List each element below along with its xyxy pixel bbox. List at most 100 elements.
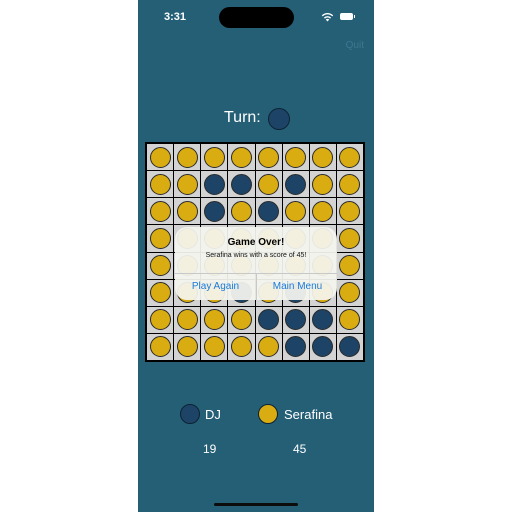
blue-disc-icon [258,309,280,331]
blue-disc-icon [230,173,252,195]
blue-disc-icon [258,200,280,222]
yellow-disc-icon [230,309,252,331]
player-dj-disc-icon [180,404,200,424]
play-again-button[interactable]: Play Again [175,273,256,300]
board-cell[interactable] [174,171,201,198]
board-cell[interactable] [174,198,201,225]
board-cell[interactable] [336,198,363,225]
board-cell[interactable] [282,198,309,225]
board-cell[interactable] [336,279,363,306]
yellow-disc-icon [149,282,171,304]
board-cell[interactable] [255,306,282,333]
board-cell[interactable] [309,198,336,225]
player-dj-name: DJ [205,407,221,422]
yellow-disc-icon [203,336,225,358]
board-cell[interactable] [147,333,174,360]
yellow-disc-icon [339,173,361,195]
yellow-disc-icon [149,309,171,331]
yellow-disc-icon [230,336,252,358]
yellow-disc-icon [258,336,280,358]
yellow-disc-icon [285,200,307,222]
board-cell[interactable] [147,306,174,333]
main-menu-button[interactable]: Main Menu [257,273,337,300]
blue-disc-icon [339,336,361,358]
player-serafina-name: Serafina [284,407,333,422]
board-cell[interactable] [201,306,228,333]
board-cell[interactable] [282,171,309,198]
turn-label: Turn: [224,109,261,126]
board-cell[interactable] [228,333,255,360]
board-cell[interactable] [255,198,282,225]
home-indicator [214,503,298,506]
yellow-disc-icon [339,309,361,331]
board-cell[interactable] [309,333,336,360]
board-cell[interactable] [147,144,174,171]
board-cell[interactable] [336,333,363,360]
board-cell[interactable] [336,171,363,198]
yellow-disc-icon [149,146,171,168]
board-cell[interactable] [228,144,255,171]
board-cell[interactable] [255,333,282,360]
yellow-disc-icon [176,200,198,222]
board-cell[interactable] [282,306,309,333]
board-cell[interactable] [147,279,174,306]
board-cell[interactable] [228,171,255,198]
yellow-disc-icon [230,200,252,222]
board-cell[interactable] [255,171,282,198]
board-cell[interactable] [201,171,228,198]
yellow-disc-icon [312,146,334,168]
quit-button[interactable]: Quit [346,40,364,51]
yellow-disc-icon [258,173,280,195]
yellow-disc-icon [203,146,225,168]
blue-disc-icon [285,309,307,331]
board-cell[interactable] [309,306,336,333]
board-cell[interactable] [147,252,174,279]
board-cell[interactable] [336,252,363,279]
alert-message: Serafina wins with a score of 45! [205,252,307,259]
board-cell[interactable] [228,198,255,225]
board-cell[interactable] [201,198,228,225]
player-dj-score: 19 [203,442,217,456]
board-cell[interactable] [147,225,174,252]
board-cell[interactable] [336,144,363,171]
board-cell[interactable] [174,306,201,333]
board-cell[interactable] [201,144,228,171]
board-cell[interactable] [228,306,255,333]
board-cell[interactable] [309,144,336,171]
dynamic-island [219,7,294,28]
blue-disc-icon [285,173,307,195]
yellow-disc-icon [339,146,361,168]
board-cell[interactable] [201,333,228,360]
yellow-disc-icon [339,255,361,277]
wifi-icon [321,13,334,22]
yellow-disc-icon [149,336,171,358]
board-cell[interactable] [309,171,336,198]
yellow-disc-icon [258,146,280,168]
blue-disc-icon [312,336,334,358]
board-cell[interactable] [174,144,201,171]
blue-disc-icon [203,173,225,195]
battery-icon [340,13,355,20]
yellow-disc-icon [339,227,361,249]
board-cell[interactable] [336,225,363,252]
yellow-disc-icon [203,309,225,331]
board-cell[interactable] [147,171,174,198]
player-serafina-score: 45 [293,442,307,456]
status-time: 3:31 [164,11,187,23]
board-cell[interactable] [282,144,309,171]
board-cell[interactable] [255,144,282,171]
blue-disc-icon [203,200,225,222]
board-cell[interactable] [282,333,309,360]
game-over-alert: Game Over! Serafina wins with a score of… [175,227,337,300]
yellow-disc-icon [149,173,171,195]
player-serafina-disc-icon [258,404,278,424]
yellow-disc-icon [339,200,361,222]
yellow-disc-icon [285,146,307,168]
yellow-disc-icon [176,173,198,195]
board-cell[interactable] [336,306,363,333]
yellow-disc-icon [149,255,171,277]
board-cell[interactable] [174,333,201,360]
yellow-disc-icon [149,227,171,249]
board-cell[interactable] [147,198,174,225]
yellow-disc-icon [149,200,171,222]
